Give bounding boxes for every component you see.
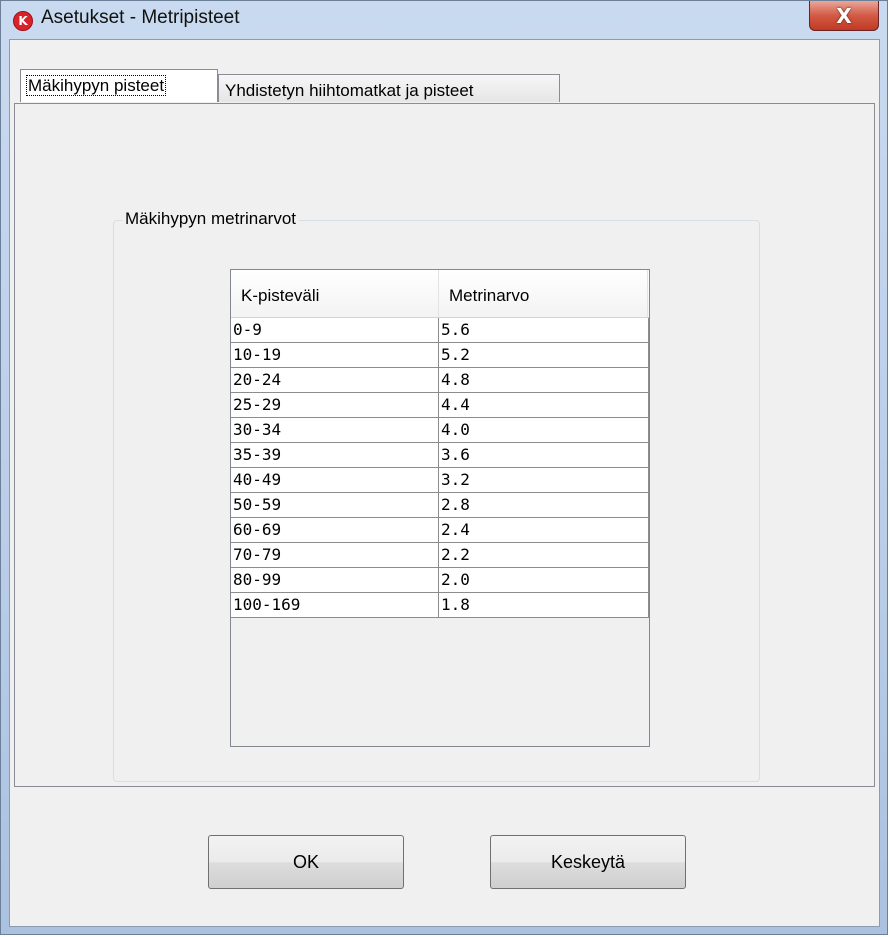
table-row[interactable]: 35-39 3.6	[231, 443, 649, 468]
button-bar: OK Keskeytä	[10, 788, 879, 926]
cell-k-pistevali[interactable]: 100-169	[231, 593, 439, 618]
close-icon: X	[836, 3, 852, 28]
table-row[interactable]: 25-29 4.4	[231, 393, 649, 418]
cell-metrinarvo[interactable]: 2.0	[439, 568, 649, 593]
table-row[interactable]: 40-49 3.2	[231, 468, 649, 493]
close-button[interactable]: X	[809, 1, 879, 31]
cell-k-pistevali[interactable]: 30-34	[231, 418, 439, 443]
tab-makihypyn-pisteet[interactable]: Mäkihypyn pisteet	[20, 69, 218, 102]
tab-label: Yhdistetyn hiihtomatkat ja pisteet	[225, 81, 474, 100]
app-icon: K	[13, 11, 33, 31]
cell-metrinarvo[interactable]: 4.0	[439, 418, 649, 443]
groupbox-title: Mäkihypyn metrinarvot	[122, 209, 300, 229]
table-row[interactable]: 50-59 2.8	[231, 493, 649, 518]
cell-k-pistevali[interactable]: 50-59	[231, 493, 439, 518]
cell-metrinarvo[interactable]: 2.2	[439, 543, 649, 568]
cell-metrinarvo[interactable]: 1.8	[439, 593, 649, 618]
title-bar: K Asetukset - Metripisteet X	[1, 1, 887, 37]
cell-k-pistevali[interactable]: 10-19	[231, 343, 439, 368]
table-row[interactable]: 30-34 4.0	[231, 418, 649, 443]
dialog-window: K Asetukset - Metripisteet X Mäkihypyn p…	[0, 0, 888, 935]
tab-label: Mäkihypyn pisteet	[25, 75, 167, 96]
window-title: Asetukset - Metripisteet	[41, 7, 240, 28]
table-header: K-pisteväli Metrinarvo	[231, 270, 649, 318]
cell-k-pistevali[interactable]: 35-39	[231, 443, 439, 468]
metrinarvot-groupbox: Mäkihypyn metrinarvot K-pisteväli Metrin…	[113, 209, 760, 782]
cell-k-pistevali[interactable]: 70-79	[231, 543, 439, 568]
dialog-client-area: Mäkihypyn pisteet Yhdistetyn hiihtomatka…	[9, 39, 880, 927]
cell-k-pistevali[interactable]: 60-69	[231, 518, 439, 543]
cell-metrinarvo[interactable]: 4.8	[439, 368, 649, 393]
cell-metrinarvo[interactable]: 2.4	[439, 518, 649, 543]
cell-metrinarvo[interactable]: 5.2	[439, 343, 649, 368]
cell-k-pistevali[interactable]: 80-99	[231, 568, 439, 593]
column-header-k-pistevali[interactable]: K-pisteväli	[231, 270, 439, 317]
cell-k-pistevali[interactable]: 20-24	[231, 368, 439, 393]
metrinarvot-table[interactable]: K-pisteväli Metrinarvo 0-9 5.6 10-19 5.2 20-…	[230, 269, 650, 747]
cell-metrinarvo[interactable]: 3.2	[439, 468, 649, 493]
table-row[interactable]: 80-99 2.0	[231, 568, 649, 593]
tab-yhdistetyn-hiihtomatkat[interactable]: Yhdistetyn hiihtomatkat ja pisteet	[218, 74, 560, 102]
table-row[interactable]: 10-19 5.2	[231, 343, 649, 368]
cell-k-pistevali[interactable]: 0-9	[231, 318, 439, 343]
cell-k-pistevali[interactable]: 25-29	[231, 393, 439, 418]
table-row[interactable]: 60-69 2.4	[231, 518, 649, 543]
table-body: 0-9 5.6 10-19 5.2 20-24 4.8 25-29 4.4 30-34 4.0 35…	[231, 318, 649, 618]
cancel-button[interactable]: Keskeytä	[490, 835, 686, 889]
cell-metrinarvo[interactable]: 4.4	[439, 393, 649, 418]
table-row[interactable]: 20-24 4.8	[231, 368, 649, 393]
table-row[interactable]: 0-9 5.6	[231, 318, 649, 343]
cell-metrinarvo[interactable]: 5.6	[439, 318, 649, 343]
cell-k-pistevali[interactable]: 40-49	[231, 468, 439, 493]
table-row[interactable]: 100-169 1.8	[231, 593, 649, 618]
ok-button[interactable]: OK	[208, 835, 404, 889]
column-header-metrinarvo[interactable]: Metrinarvo	[439, 270, 648, 317]
tab-panel: Mäkihypyn metrinarvot K-pisteväli Metrin…	[14, 103, 875, 787]
table-row[interactable]: 70-79 2.2	[231, 543, 649, 568]
cell-metrinarvo[interactable]: 2.8	[439, 493, 649, 518]
cell-metrinarvo[interactable]: 3.6	[439, 443, 649, 468]
